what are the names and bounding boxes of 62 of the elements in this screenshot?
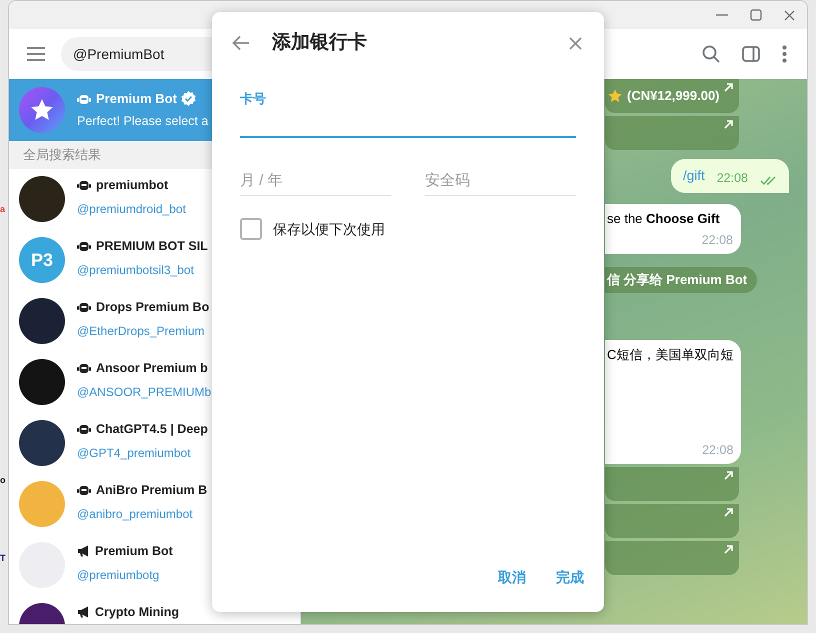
service-text: 信 分享给 Premium Bot	[607, 271, 748, 290]
megaphone-icon	[77, 606, 90, 618]
chat-name: PREMIUM BOT SIL	[96, 238, 208, 255]
field-label: 卡号	[240, 90, 267, 108]
bot-icon	[77, 301, 91, 314]
close-icon[interactable]	[784, 10, 795, 20]
avatar: P3	[19, 237, 65, 283]
bot-icon	[77, 362, 91, 374]
chat-list-item[interactable]: Crypto Mining	[9, 596, 300, 624]
external-link-icon	[724, 508, 733, 517]
chat-name: ChatGPT4.5 | Deep	[96, 421, 208, 438]
username: @EtherDrops_Premium	[77, 322, 206, 340]
menu-icon[interactable]	[27, 47, 45, 61]
search-icon[interactable]	[702, 45, 720, 63]
sidebar-toggle-icon[interactable]	[742, 46, 760, 62]
external-link-icon	[724, 545, 733, 554]
text-fragment: o	[0, 476, 6, 485]
external-link-icon	[724, 83, 733, 92]
username: @anibro_premiumbot	[77, 506, 194, 523]
button-label: (CN¥12,999.00)	[627, 87, 720, 106]
checkbox-label: 保存以便下次使用	[273, 220, 385, 238]
close-icon[interactable]	[569, 36, 582, 50]
verified-badge-icon	[180, 91, 196, 106]
username: @premiumbotg	[77, 566, 160, 584]
text-fragment: T	[0, 554, 6, 563]
username: @GPT4_premiumbot	[77, 444, 192, 462]
username: @premiumdroid_bot	[77, 200, 186, 218]
message-time: 22:08	[702, 232, 733, 250]
chat-name: AniBro Premium B	[96, 482, 208, 499]
message-text: se the Choose Gift	[607, 210, 721, 228]
message-text: C短信，美国单双向短	[607, 346, 734, 364]
chat-name: Drops Premium Bo	[96, 299, 210, 316]
chat-name: Crypto Mining	[95, 604, 180, 621]
star-avatar-icon	[19, 87, 65, 133]
message-preview: Perfect! Please select a	[77, 113, 208, 130]
username: @premiumbotsil3_bot	[77, 262, 195, 279]
chat-name: Premium Bot	[95, 543, 173, 560]
chat-name: premiumbot	[96, 177, 168, 194]
back-icon[interactable]	[232, 35, 250, 51]
chat-name: Ansoor Premium b	[96, 360, 208, 377]
chat-list-item[interactable]: Drops Premium Bo @EtherDrops_Premium	[9, 291, 300, 352]
chat-list-item[interactable]: Premium Bot @premiumbotg	[9, 535, 300, 596]
message-time: 22:08	[702, 442, 734, 460]
username: @ANSOOR_PREMIUMb	[77, 384, 212, 401]
external-link-icon	[724, 471, 733, 480]
maximize-icon[interactable]	[750, 9, 762, 21]
chat-list-item[interactable]: ChatGPT4.5 | Deep @GPT4_premiumbot	[9, 413, 300, 474]
bot-icon	[77, 92, 91, 105]
bot-icon	[77, 179, 91, 192]
bot-icon	[77, 484, 91, 496]
bot-icon	[77, 423, 91, 436]
checkbox[interactable]	[240, 218, 262, 240]
text-fragment: a	[0, 205, 6, 214]
external-link-icon	[724, 120, 733, 129]
megaphone-icon	[77, 545, 90, 558]
minimize-icon[interactable]	[716, 14, 728, 16]
more-options-icon[interactable]	[782, 45, 787, 63]
chat-name: Premium Bot	[96, 90, 177, 108]
chat-list-item[interactable]: AniBro Premium B @anibro_premiumbot	[9, 474, 300, 535]
message-time: 22:08	[716, 170, 748, 188]
chat-list-item[interactable]: Ansoor Premium b @ANSOOR_PREMIUMb	[9, 352, 300, 413]
bot-icon	[77, 240, 91, 252]
